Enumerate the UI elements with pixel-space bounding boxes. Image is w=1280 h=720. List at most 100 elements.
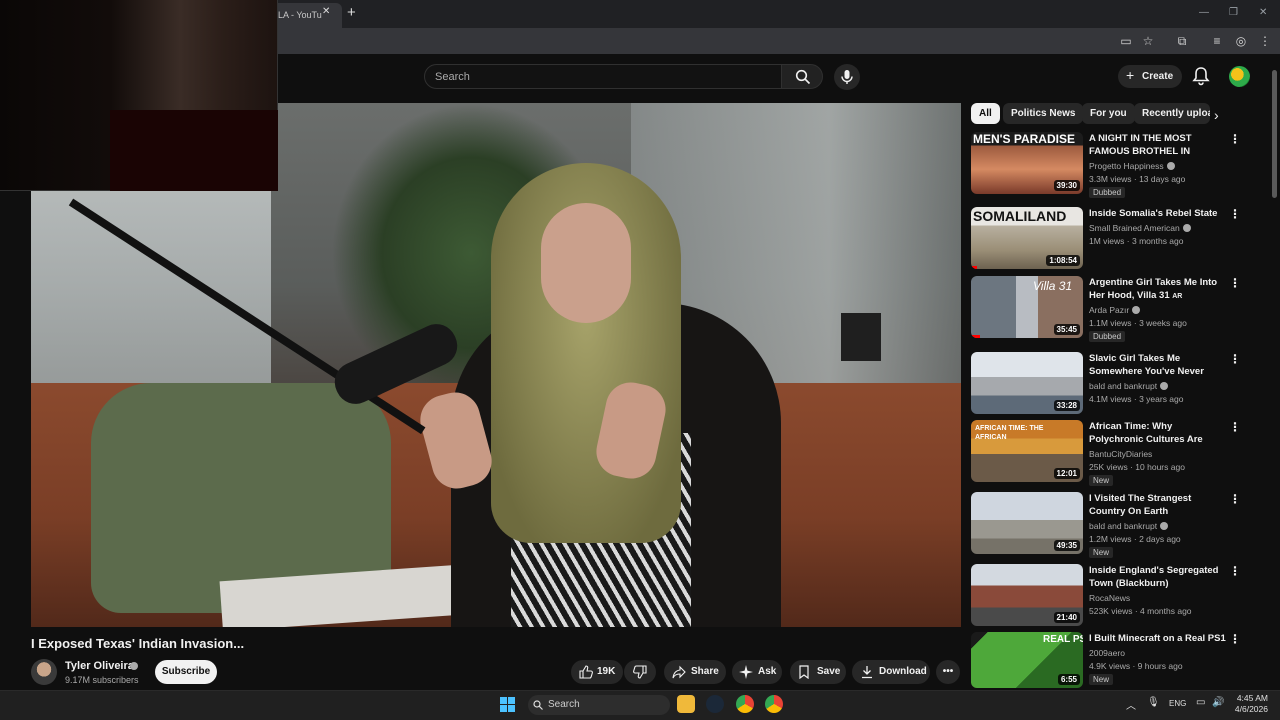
search-icon <box>795 69 811 85</box>
download-button[interactable]: Download <box>852 660 930 684</box>
more-vertical-icon[interactable]: ⋮ <box>1229 133 1241 145</box>
more-vertical-icon[interactable]: ⋮ <box>1229 277 1241 289</box>
chrome-icon[interactable] <box>736 695 754 713</box>
watch-progress-bar <box>971 335 980 338</box>
tray-microphone-icon[interactable]: 🎙 <box>1147 697 1160 708</box>
more-vertical-icon[interactable]: ⋮ <box>1229 565 1241 577</box>
chip-all[interactable]: All <box>971 103 1000 124</box>
thumbnail-text: REAL PS1 <box>1043 634 1083 645</box>
recommendation-meta: 1.2M views · 2 days ago <box>1089 534 1181 544</box>
dubbed-badge: Dubbed <box>1089 187 1126 198</box>
subscribe-button[interactable]: Subscribe <box>155 660 217 684</box>
more-vertical-icon[interactable]: ⋮ <box>1229 421 1241 433</box>
thumbnail-text: AFRICAN TIME: THE AFRICAN <box>975 425 1044 441</box>
share-button[interactable]: Share <box>664 660 726 684</box>
more-vertical-icon[interactable]: ⋮ <box>1229 208 1241 220</box>
tab-title: LA - YouTu <box>278 10 322 20</box>
webcam-dark-region <box>110 110 278 191</box>
channel-avatar[interactable] <box>31 659 57 685</box>
video-thumbnail[interactable]: AFRICAN TIME: THE AFRICAN 12:01 <box>971 420 1083 482</box>
restore-icon[interactable]: ❐ <box>1229 7 1238 18</box>
windows-start-icon[interactable] <box>500 697 515 712</box>
recommendation-title: Inside England's Segregated Town (Blackb… <box>1089 565 1219 589</box>
recommendation-channel: Arda Pazır <box>1089 305 1141 315</box>
more-vertical-icon[interactable]: ⋮ <box>1229 493 1241 505</box>
tab-close-icon[interactable]: ✕ <box>322 6 330 17</box>
recommendation-meta: 25K views · 10 hours ago <box>1089 462 1185 472</box>
recommendation-title: I Built Minecraft on a Real PS1 <box>1089 633 1226 644</box>
dislike-button[interactable] <box>624 660 656 684</box>
video-thumbnail[interactable]: REAL PS1 6:55 <box>971 632 1083 688</box>
notifications-bell-icon[interactable] <box>1192 66 1210 86</box>
clock-date: 4/6/2026 <box>1234 704 1268 714</box>
recommendation-item[interactable]: AFRICAN TIME: THE AFRICAN 12:01 African … <box>971 420 1271 486</box>
close-window-icon[interactable]: ✕ <box>1259 7 1267 18</box>
duration-badge: 12:01 <box>1053 468 1080 479</box>
bookmark-star-icon[interactable]: ☆ <box>1140 33 1156 49</box>
taskbar-clock[interactable]: 4:45 AM 4/6/2026 <box>1228 693 1268 715</box>
channel-text: Arda Pazır <box>1089 305 1130 315</box>
steam-icon[interactable] <box>706 695 724 713</box>
chip-recently-uploaded[interactable]: Recently uploa <box>1134 103 1210 124</box>
taskbar-search-input[interactable]: Search <box>528 695 670 715</box>
title-text: Argentine Girl Takes Me Into Her Hood, V… <box>1089 277 1218 301</box>
recommendation-item[interactable]: MEN'S PARADISE 39:30 A NIGHT IN THE MOST… <box>971 132 1271 198</box>
extensions-icon[interactable]: ⧉ <box>1174 33 1190 49</box>
language-indicator[interactable]: ENG <box>1169 699 1186 708</box>
file-explorer-icon[interactable] <box>677 695 695 713</box>
more-actions-button[interactable]: ••• <box>936 660 960 684</box>
recommendation-meta: 3.3M views · 13 days ago <box>1089 174 1186 184</box>
video-thumbnail[interactable]: 33:28 <box>971 352 1083 414</box>
tray-overflow-icon[interactable]: ︿ <box>1126 697 1136 712</box>
browser-tab[interactable]: LA - YouTu <box>270 3 342 28</box>
video-thumbnail[interactable]: 49:35 <box>971 492 1083 554</box>
scrollbar-thumb[interactable] <box>1272 70 1277 198</box>
microphone-icon <box>841 70 853 84</box>
new-tab-button[interactable]: + <box>347 4 356 21</box>
new-badge: New <box>1089 674 1114 685</box>
ask-button[interactable]: Ask <box>732 660 782 684</box>
recommendation-item[interactable]: SOMALILAND 1:08:54 Inside Somalia's Rebe… <box>971 207 1271 271</box>
recommendation-item[interactable]: REAL PS1 6:55 I Built Minecraft on a Rea… <box>971 632 1271 688</box>
recommendation-item[interactable]: 33:28 Slavic Girl Takes Me Somewhere You… <box>971 352 1271 416</box>
more-vertical-icon[interactable]: ⋮ <box>1229 633 1241 645</box>
more-vertical-icon[interactable]: ⋮ <box>1229 353 1241 365</box>
media-controls-icon[interactable]: ≡ <box>1209 33 1225 49</box>
minimize-icon[interactable]: — <box>1199 7 1209 18</box>
channel-text: Small Brained American <box>1089 223 1180 233</box>
search-button[interactable] <box>781 64 823 89</box>
like-button[interactable]: 19K <box>571 660 623 684</box>
network-icon[interactable]: ▭ <box>1196 697 1205 708</box>
voice-search-button[interactable] <box>834 64 860 90</box>
video-thumbnail[interactable]: MEN'S PARADISE 39:30 <box>971 132 1083 194</box>
subscriber-count: 9.17M subscribers <box>65 675 139 685</box>
recommendation-item[interactable]: 49:35 I Visited The Strangest Country On… <box>971 492 1271 558</box>
chip-politics-news[interactable]: Politics News <box>1003 103 1084 124</box>
recommendation-title: African Time: Why Polychronic Cultures A… <box>1089 421 1203 445</box>
save-button[interactable]: Save <box>790 660 846 684</box>
thumbs-up-icon <box>579 665 593 679</box>
window-light <box>31 183 271 413</box>
chip-for-you[interactable]: For you <box>1082 103 1135 124</box>
chevron-right-icon[interactable]: › <box>1214 108 1219 122</box>
chrome-profile-icon[interactable] <box>765 695 783 713</box>
browser-menu-icon[interactable]: ⋮ <box>1257 33 1273 49</box>
video-thumbnail[interactable]: 21:40 <box>971 564 1083 626</box>
title-text: A NIGHT IN THE MOST FAMOUS BROTHEL IN EU… <box>1089 133 1192 157</box>
channel-name[interactable]: Tyler Oliveira <box>65 660 134 672</box>
search-placeholder: Search <box>435 71 470 83</box>
video-thumbnail[interactable]: Villa 31 35:45 <box>971 276 1083 338</box>
cast-icon[interactable]: ▭ <box>1118 33 1134 49</box>
taskbar-search-placeholder: Search <box>548 699 580 710</box>
account-avatar[interactable] <box>1229 66 1250 87</box>
video-thumbnail[interactable]: SOMALILAND 1:08:54 <box>971 207 1083 269</box>
recommendation-item[interactable]: Villa 31 35:45 Argentine Girl Takes Me I… <box>971 276 1271 342</box>
duration-badge: 39:30 <box>1053 180 1080 191</box>
recommendation-item[interactable]: 21:40 Inside England's Segregated Town (… <box>971 564 1271 628</box>
profile-icon[interactable]: ◎ <box>1233 33 1249 49</box>
like-count: 19K <box>597 666 616 677</box>
verified-icon <box>1166 162 1175 170</box>
duration-badge: 49:35 <box>1053 540 1080 551</box>
volume-icon[interactable]: 🔊 <box>1212 697 1224 708</box>
search-input[interactable]: Search <box>424 64 782 89</box>
